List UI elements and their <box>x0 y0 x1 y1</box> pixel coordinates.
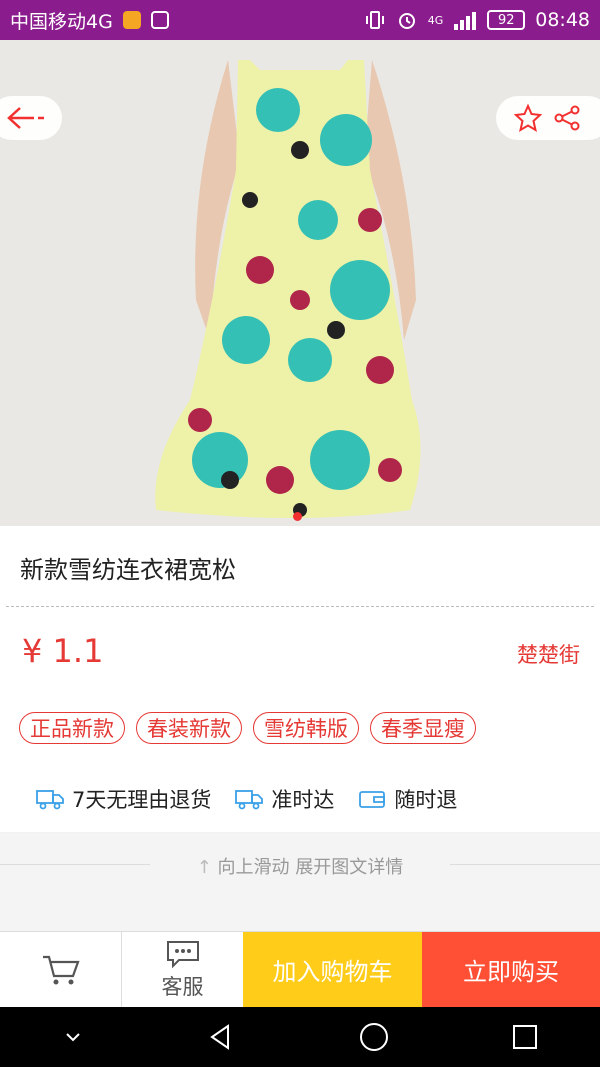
cart-icon <box>42 955 80 984</box>
battery-indicator: 92 <box>487 10 526 30</box>
share-icon[interactable] <box>553 104 581 132</box>
star-icon[interactable] <box>513 103 543 133</box>
product-price: ¥ 1.1 <box>22 632 104 670</box>
service-label: 随时退 <box>394 788 458 812</box>
wallet-icon <box>359 791 386 808</box>
truck-icon <box>235 790 264 810</box>
bottom-action-bar: 客服 加入购物车 立即购买 <box>0 931 600 1007</box>
chevron-down-icon[interactable] <box>61 1025 85 1049</box>
add-to-cart-button[interactable]: 加入购物车 <box>243 932 422 1007</box>
swipe-hint-text: 向上滑动 展开图文详情 <box>217 857 404 878</box>
signal-icon <box>454 12 477 30</box>
buy-now-button[interactable]: 立即购买 <box>422 932 600 1007</box>
service-list: 7天无理由退货 准时达 随时退 <box>36 784 457 814</box>
home-circle-icon[interactable] <box>358 1021 390 1053</box>
status-bar: 中国移动4G 4G 92 08:48 <box>0 0 600 40</box>
shop-name[interactable]: 楚楚街 <box>517 639 580 669</box>
carousel-indicator <box>293 512 302 521</box>
swipe-hint-row: ↑ 向上滑动 展开图文详情 <box>0 853 600 879</box>
service-label: 准时达 <box>271 788 335 812</box>
arrow-up-icon: ↑ <box>196 857 212 878</box>
header-actions <box>496 96 600 140</box>
product-image[interactable] <box>0 40 600 526</box>
service-label: 7天无理由退货 <box>72 788 212 812</box>
service-return: 7天无理由退货 <box>36 784 211 814</box>
back-triangle-icon[interactable] <box>206 1022 236 1052</box>
tag: 正品新款 <box>19 712 125 744</box>
tag: 雪纺韩版 <box>253 712 359 744</box>
tag-list: 正品新款 春装新款 雪纺韩版 春季显瘦 <box>19 712 476 744</box>
back-arrow-icon <box>7 107 44 129</box>
system-nav-bar <box>0 1007 600 1067</box>
product-title: 新款雪纺连衣裙宽松 <box>20 556 236 584</box>
recent-apps-icon[interactable] <box>511 1023 539 1051</box>
clock-label: 08:48 <box>535 9 590 31</box>
tag: 春季显瘦 <box>370 712 476 744</box>
vibrate-icon <box>365 11 384 29</box>
service-refund: 随时退 <box>358 784 457 814</box>
divider <box>6 606 594 607</box>
customer-service-label: 客服 <box>161 974 204 999</box>
chat-icon <box>166 940 199 968</box>
swipe-detail-hint[interactable]: ↑ 向上滑动 展开图文详情 <box>0 833 600 931</box>
network-type-label: 4G <box>427 13 444 27</box>
alarm-icon <box>398 13 415 29</box>
back-button[interactable] <box>0 96 62 140</box>
truck-icon <box>36 790 64 810</box>
tag: 春装新款 <box>136 712 242 744</box>
product-info: 新款雪纺连衣裙宽松 ¥ 1.1 楚楚街 正品新款 春装新款 雪纺韩版 春季显瘦 … <box>0 526 600 832</box>
customer-service-button[interactable]: 客服 <box>122 932 243 1007</box>
carrier-label: 中国移动4G <box>10 10 113 33</box>
notification-app-icon <box>122 11 141 29</box>
notification-image-icon <box>150 11 169 29</box>
cart-button[interactable] <box>0 932 122 1007</box>
service-on-time: 准时达 <box>235 784 334 814</box>
